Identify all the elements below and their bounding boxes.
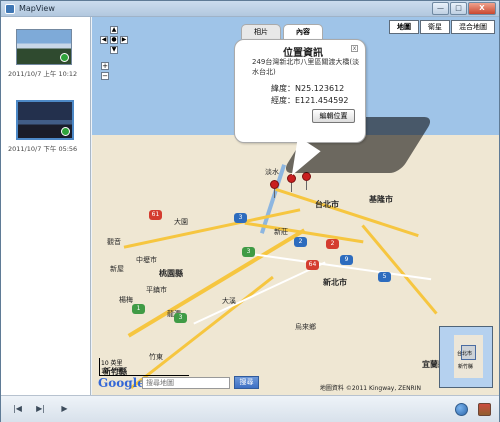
photo-thumbnail[interactable]: [16, 100, 74, 140]
map-type-switcher: 地圖 衛星 混合地圖: [389, 20, 495, 34]
minimize-button[interactable]: —: [432, 2, 449, 15]
route-marker: 3: [242, 247, 255, 257]
route-marker: 61: [149, 210, 162, 220]
map-label-xinwu: 新屋: [110, 265, 124, 273]
map-scale: 10 英里 10 公里: [99, 358, 189, 376]
route-marker: 5: [378, 272, 391, 282]
map-label-zhongli: 中壢市: [136, 256, 157, 264]
map-label-keelung: 基隆市: [369, 195, 393, 204]
title-bar[interactable]: MapView — □ X: [1, 1, 499, 17]
settings-icon[interactable]: [478, 403, 491, 416]
map-label-taoyuan: 桃園縣: [159, 269, 183, 278]
zoom-out-button[interactable]: −: [101, 72, 109, 80]
close-button[interactable]: X: [468, 2, 496, 15]
pan-right-button[interactable]: ▶: [120, 36, 128, 44]
next-photo-button[interactable]: ▶|: [35, 404, 46, 414]
route-marker: 3: [234, 213, 247, 223]
route-marker: 9: [340, 255, 353, 265]
zoom-in-button[interactable]: +: [101, 62, 109, 70]
previous-photo-button[interactable]: |◀: [12, 404, 23, 414]
location-badge-icon: [60, 53, 69, 62]
info-window-tabs: 相片 內容: [241, 24, 323, 39]
photo-sidebar: 2011/10/7 上午 10:12 2011/10/7 下午 05:56: [1, 17, 91, 395]
map-search-button[interactable]: 搜尋: [234, 376, 259, 389]
window-controls: — □ X: [432, 2, 496, 15]
google-logo: Google: [98, 376, 145, 390]
map-label-guanyin: 觀音: [107, 238, 121, 246]
photo-thumbnail[interactable]: [16, 29, 72, 65]
map-label-daxi: 大溪: [222, 297, 236, 305]
map-label-taipei: 台北市: [315, 200, 339, 209]
globe-icon[interactable]: [455, 403, 468, 416]
tab-content[interactable]: 內容: [283, 24, 323, 39]
route-marker: 1: [132, 304, 145, 314]
overview-map[interactable]: 台北市 新竹縣: [439, 326, 493, 388]
maximize-button[interactable]: □: [450, 2, 467, 15]
map-label-dayuan: 大園: [174, 218, 188, 226]
pan-up-button[interactable]: ▲: [110, 26, 118, 34]
map-label-wulai: 烏來鄉: [295, 323, 316, 331]
google-map[interactable]: 台北市 新北市 基隆市 新莊 淡水 桃園縣 新竹縣 宜蘭縣 烏來鄉 大園 大溪 …: [92, 17, 499, 395]
pan-center-button[interactable]: ●: [110, 36, 118, 44]
edit-location-button[interactable]: 編輯位置: [312, 109, 355, 123]
window-title: MapView: [19, 4, 55, 13]
photo-item-selected[interactable]: 2011/10/7 下午 05:56: [8, 100, 80, 153]
route-marker: 2: [326, 239, 339, 249]
map-label-new-taipei: 新北市: [323, 278, 347, 287]
map-label-danshui: 淡水: [265, 168, 279, 176]
overview-label-taipei: 台北市: [457, 351, 473, 357]
map-label-yangmei: 楊梅: [119, 296, 133, 304]
bottom-toolbar: |◀ ▶| ▶: [1, 395, 499, 422]
photo-location-pin[interactable]: [270, 180, 279, 198]
scale-kilometers: 10 公里: [101, 368, 123, 375]
tab-photo[interactable]: 相片: [241, 24, 281, 39]
location-address: 249台灣新北市八里區關渡大橋(淡水台北): [252, 58, 360, 76]
route-marker: 3: [174, 313, 187, 323]
location-badge-icon: [61, 127, 70, 136]
pan-down-button[interactable]: ▼: [110, 46, 118, 54]
map-label-pingzhen: 平鎮市: [146, 286, 167, 294]
map-type-satellite[interactable]: 衛星: [420, 20, 450, 34]
location-info-window: x 位置資訊 249台灣新北市八里區關渡大橋(淡水台北) 緯度：N25.1236…: [234, 39, 366, 143]
map-type-hybrid[interactable]: 混合地圖: [451, 20, 495, 34]
map-search-input[interactable]: [142, 377, 230, 389]
play-button[interactable]: ▶: [59, 404, 70, 414]
overview-label-hsinchu: 新竹縣: [458, 364, 474, 370]
photo-item[interactable]: 2011/10/7 上午 10:12: [8, 29, 80, 78]
app-icon: [5, 4, 15, 14]
map-copyright: 地圖資料 ©2011 Kingway, ZENRIN: [319, 385, 421, 392]
map-navigation-control: ▲ ◀ ● ▶ ▼: [100, 26, 128, 58]
route-marker: 2: [294, 237, 307, 247]
longitude-value: 經度：E121.454592: [271, 96, 349, 105]
map-type-map[interactable]: 地圖: [389, 20, 419, 34]
pan-left-button[interactable]: ◀: [100, 36, 108, 44]
photo-caption: 2011/10/7 上午 10:12: [8, 70, 78, 78]
route-marker: 64: [306, 260, 319, 270]
mapview-window: MapView — □ X 2011/10/7 上午 10:12 2011/10…: [0, 0, 500, 422]
latitude-value: 緯度：N25.123612: [271, 84, 345, 93]
photo-caption: 2011/10/7 下午 05:56: [8, 145, 78, 153]
close-icon[interactable]: x: [351, 45, 358, 52]
map-label-xinzhuang: 新莊: [274, 228, 288, 236]
